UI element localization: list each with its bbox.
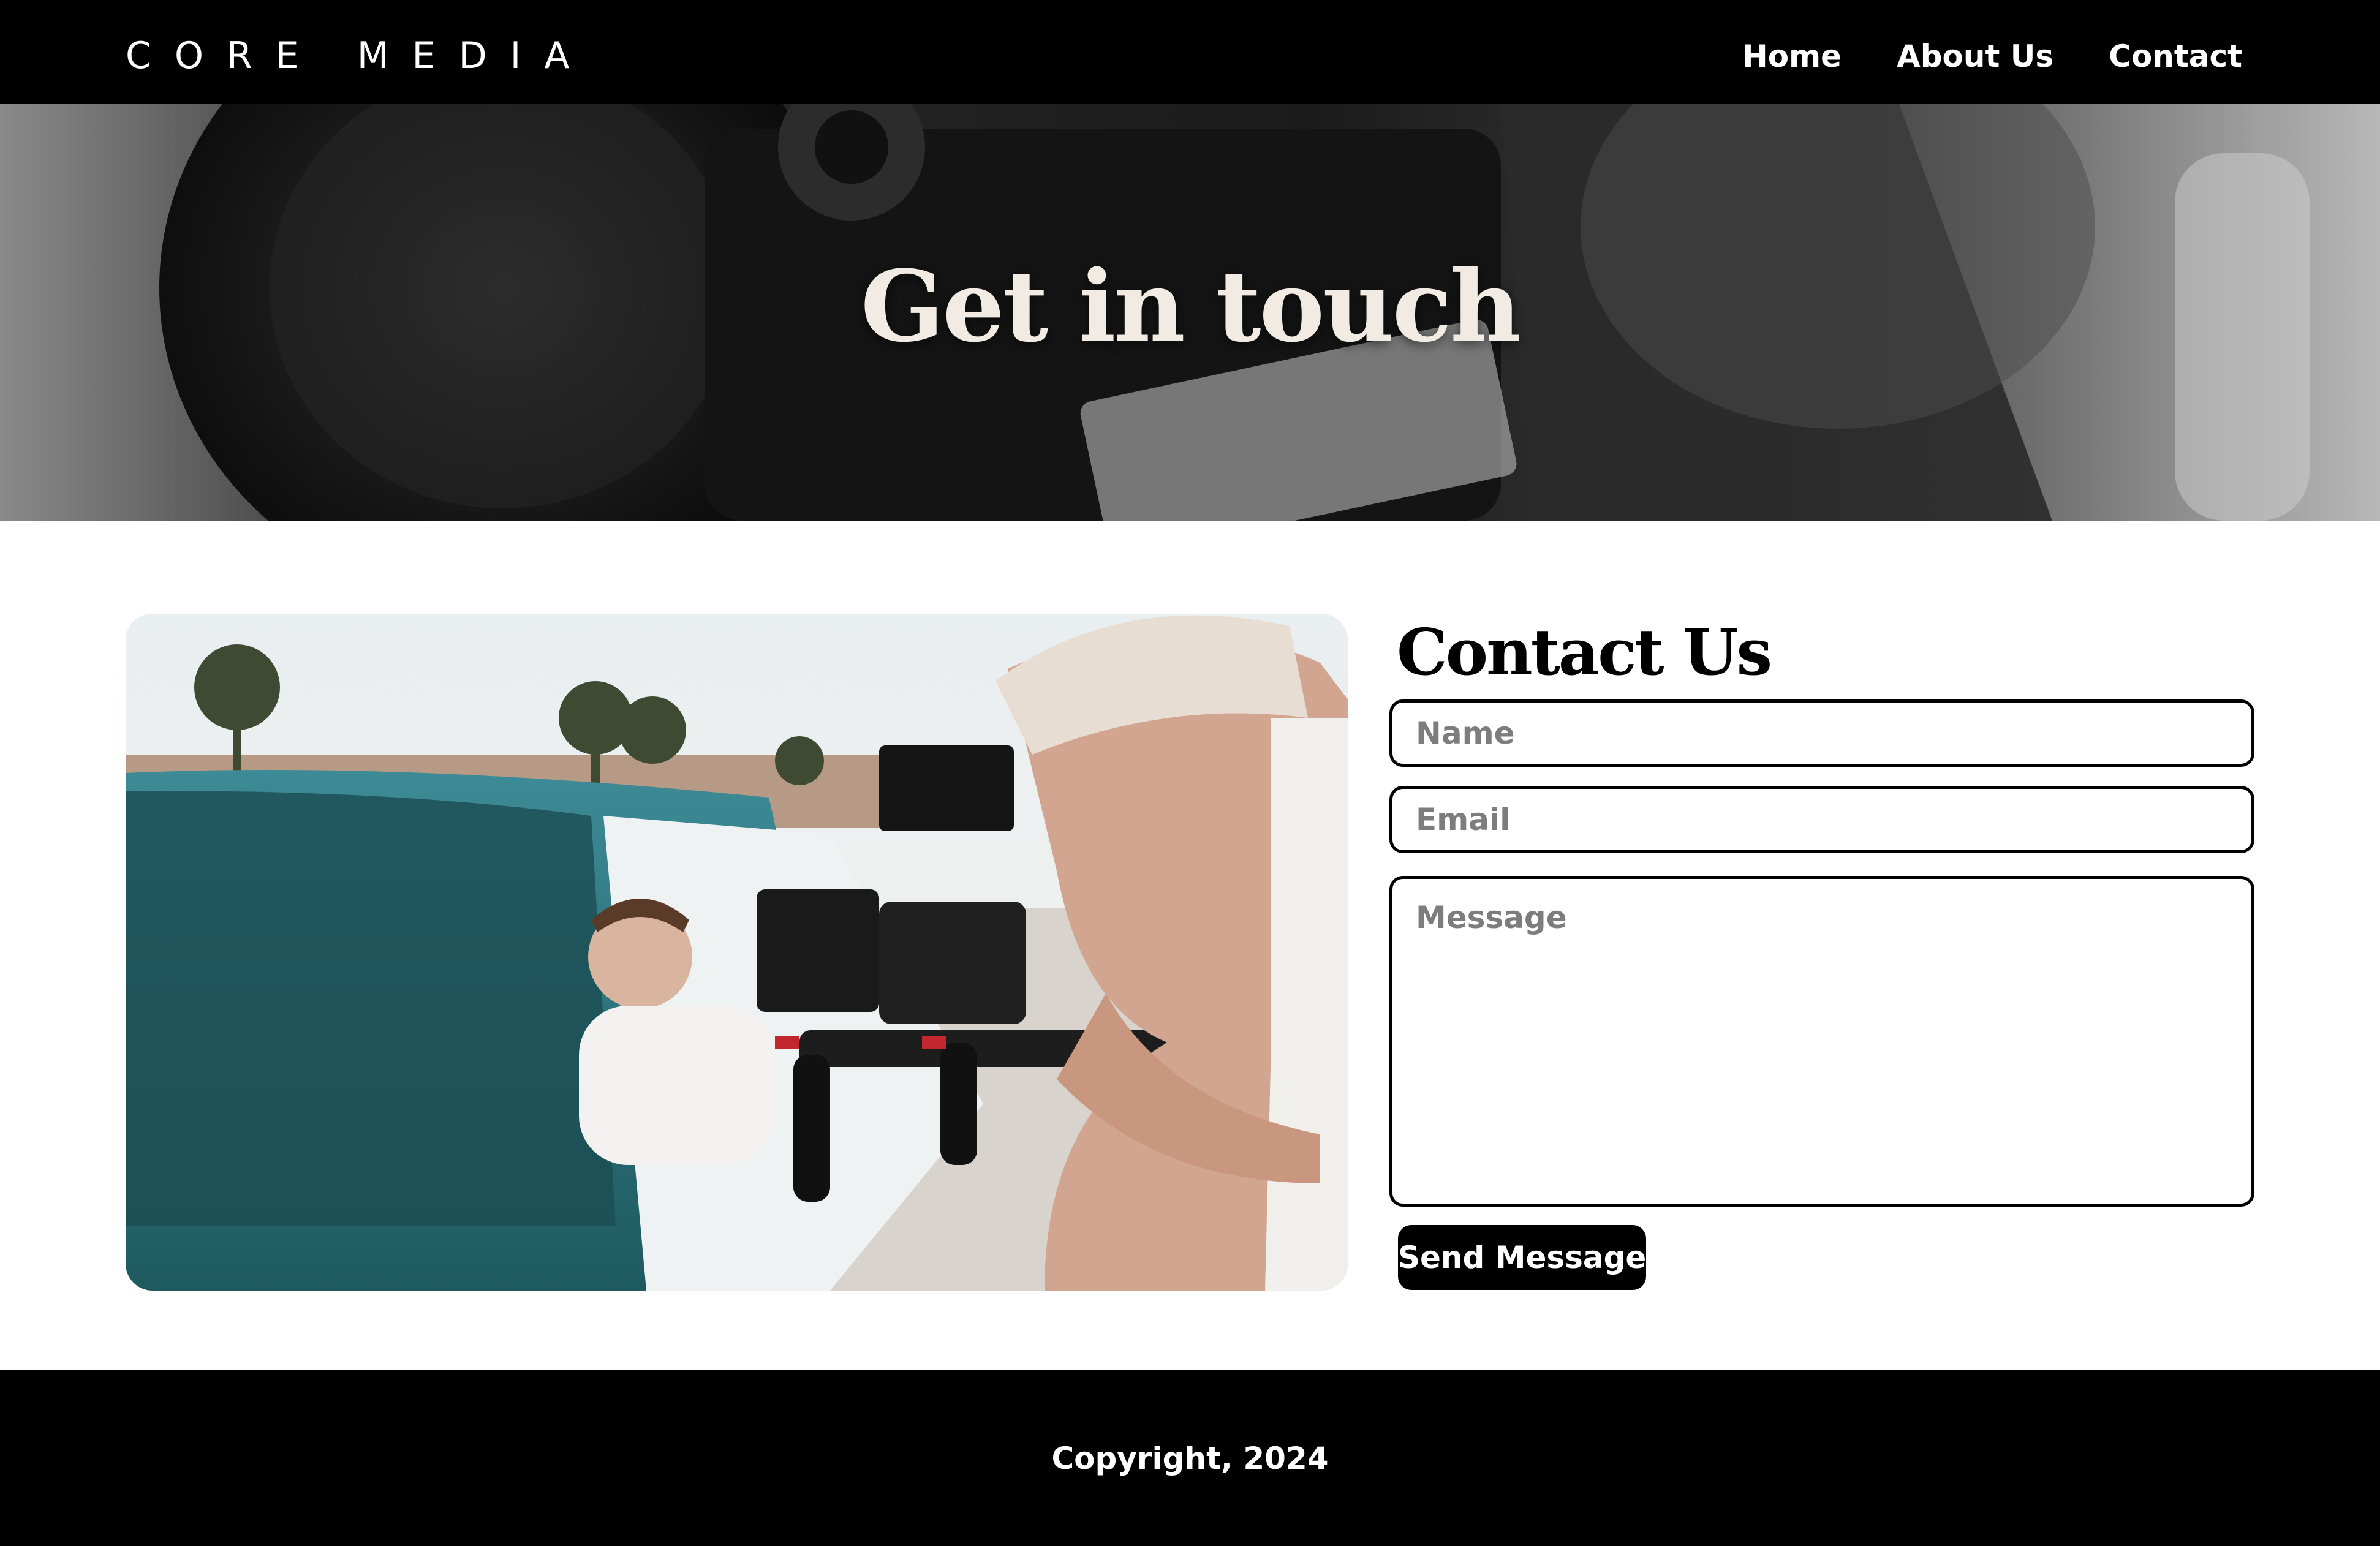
hero-banner: Get in touch — [0, 104, 2380, 521]
send-message-button[interactable]: Send Message — [1398, 1225, 1646, 1290]
copyright-text: Copyright, 2024 — [1051, 1440, 1329, 1476]
main-nav: Home About Us Contact — [1742, 32, 2242, 81]
name-field[interactable] — [1389, 699, 2254, 767]
nav-contact-link[interactable]: Contact — [2109, 32, 2242, 81]
videographer-filming-car-photo — [126, 614, 1348, 1291]
nav-home-link[interactable]: Home — [1742, 32, 1842, 81]
hero-title: Get in touch — [860, 249, 1522, 364]
nav-about-link[interactable]: About Us — [1897, 32, 2053, 81]
site-footer: Copyright, 2024 — [0, 1370, 2380, 1546]
brand-logo[interactable]: CORE MEDIA — [126, 34, 592, 77]
email-field[interactable] — [1389, 786, 2254, 853]
contact-heading: Contact Us — [1397, 614, 1772, 690]
site-header: CORE MEDIA Home About Us Contact — [0, 0, 2380, 104]
message-field[interactable] — [1389, 876, 2254, 1207]
